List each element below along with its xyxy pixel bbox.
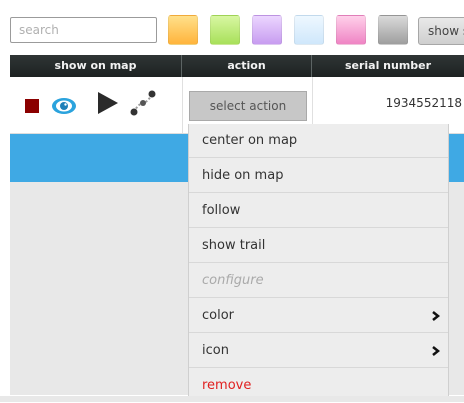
- menu-item-icon-label: icon: [202, 343, 229, 358]
- menu-item-configure: configure: [189, 264, 448, 298]
- eye-icon[interactable]: [51, 96, 77, 116]
- action-menu: center on map hide on map follow show tr…: [188, 124, 449, 402]
- menu-item-color[interactable]: color: [189, 299, 448, 333]
- trail-icon[interactable]: [128, 88, 158, 118]
- show-button[interactable]: show s: [418, 17, 464, 45]
- bottom-bar: [0, 396, 464, 402]
- color-swatch-gray[interactable]: [378, 15, 408, 45]
- header-serial-number[interactable]: serial number: [312, 55, 464, 77]
- submenu-arrow-icon: [432, 311, 441, 321]
- color-swatch-orange[interactable]: [168, 15, 198, 45]
- color-swatch-green[interactable]: [210, 15, 240, 45]
- table-header: show on map action serial number: [10, 55, 464, 77]
- header-action[interactable]: action: [182, 55, 312, 77]
- color-swatch-light-blue[interactable]: [294, 15, 324, 45]
- header-show-on-map[interactable]: show on map: [10, 55, 182, 77]
- menu-item-icon[interactable]: icon: [189, 334, 448, 368]
- select-action-button[interactable]: select action: [189, 91, 307, 121]
- color-swatch-purple[interactable]: [252, 15, 282, 45]
- color-swatch-pink[interactable]: [336, 15, 366, 45]
- menu-item-show-trail[interactable]: show trail: [189, 229, 448, 263]
- serial-number-cell: 1934552118: [385, 96, 462, 110]
- menu-item-follow[interactable]: follow: [189, 194, 448, 228]
- menu-item-hide-on-map[interactable]: hide on map: [189, 159, 448, 193]
- search-input[interactable]: [10, 17, 157, 43]
- stop-icon[interactable]: [25, 99, 39, 113]
- submenu-arrow-icon: [432, 346, 441, 356]
- play-icon[interactable]: [96, 90, 120, 116]
- menu-item-color-label: color: [202, 308, 235, 323]
- menu-item-center-on-map[interactable]: center on map: [189, 124, 448, 158]
